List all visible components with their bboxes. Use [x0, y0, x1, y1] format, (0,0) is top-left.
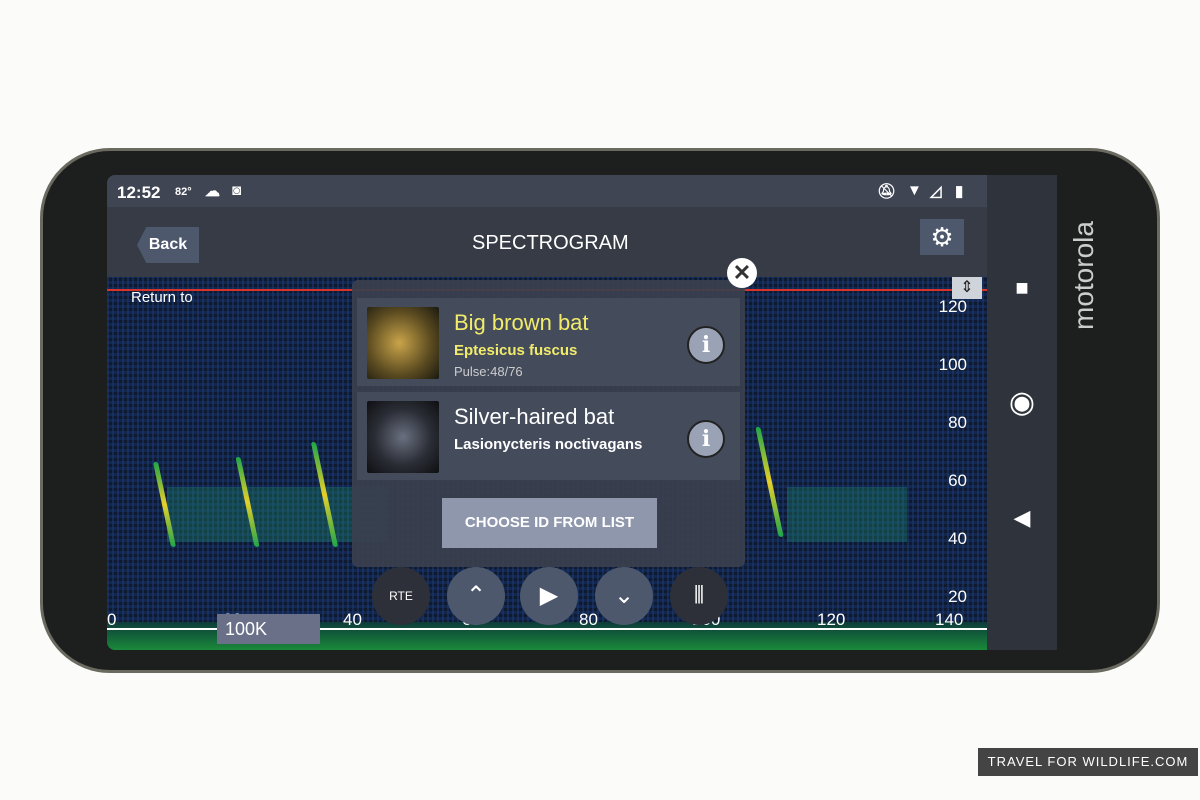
- temperature: 82°: [175, 186, 192, 198]
- y-tick: 60: [948, 471, 967, 490]
- chevron-down-icon[interactable]: ⌄: [595, 567, 653, 625]
- species-id-popup: Big brown bat Eptesicus fuscus Pulse:48/…: [352, 280, 745, 567]
- home-circle-icon[interactable]: ◉: [987, 385, 1057, 420]
- time-axis: 0 20 40 60 80 100 120 140 100K: [107, 610, 987, 650]
- instagram-icon: ◙: [232, 182, 242, 199]
- x-tick: 0: [107, 610, 117, 629]
- settings-gear-icon[interactable]: ⚙: [920, 219, 964, 255]
- mute-icon: 🔕︎: [877, 183, 897, 200]
- zoom-expand-icon[interactable]: ⇕: [952, 277, 982, 299]
- battery-icon: ▮: [955, 183, 964, 200]
- app-header: Back SPECTROGRAM ⚙: [107, 207, 987, 277]
- signal-band: [787, 487, 907, 542]
- return-to-link[interactable]: Return to: [131, 289, 193, 306]
- status-bar: 12:52 82° ☁ ◙ 🔕︎ ▼ ◿ ▮: [107, 175, 987, 207]
- x-tick: 120: [817, 610, 846, 629]
- bat-call-pulse: [755, 427, 784, 537]
- silver-haired-bat-photo: [367, 401, 439, 473]
- y-tick: 100: [938, 355, 967, 374]
- x-tick: 140: [935, 610, 964, 629]
- species-scientific-name: Eptesicus fuscus: [454, 342, 578, 359]
- sample-rate-label[interactable]: 100K: [217, 614, 320, 644]
- species-scientific-name: Lasionycteris noctivagans: [454, 436, 643, 453]
- signal-icon: ◿: [930, 183, 942, 200]
- play-icon[interactable]: ▶: [520, 567, 578, 625]
- chevron-up-icon[interactable]: ⌃: [447, 567, 505, 625]
- species-result-1[interactable]: Big brown bat Eptesicus fuscus Pulse:48/…: [357, 298, 740, 386]
- y-tick: 40: [948, 529, 967, 548]
- species-name: Silver-haired bat: [454, 404, 615, 429]
- clock: 12:52: [117, 183, 161, 202]
- x-tick: 80: [579, 610, 598, 629]
- rte-label: RTE: [389, 589, 413, 603]
- page-title: SPECTROGRAM: [472, 232, 629, 254]
- species-name: Big brown bat: [454, 310, 589, 335]
- watermark-logo: TRAVEL FOR WILDLIFE.COM: [978, 748, 1198, 776]
- y-tick: 120: [938, 297, 967, 316]
- info-icon[interactable]: i: [687, 326, 725, 364]
- species-result-2[interactable]: Silver-haired bat Lasionycteris noctivag…: [357, 392, 740, 480]
- info-icon[interactable]: i: [687, 420, 725, 458]
- y-tick: 20: [948, 587, 967, 606]
- phone-screen: 12:52 82° ☁ ◙ 🔕︎ ▼ ◿ ▮ Back SPECTROGRAM …: [107, 175, 1057, 650]
- y-tick: 80: [948, 413, 967, 432]
- wifi-icon: ▼: [907, 182, 922, 199]
- back-triangle-icon[interactable]: ◀: [987, 505, 1057, 531]
- big-brown-bat-photo: [367, 307, 439, 379]
- back-button[interactable]: Back: [137, 227, 199, 263]
- recents-square-icon[interactable]: ■: [987, 275, 1057, 301]
- pause-bars-icon[interactable]: ⦀: [670, 567, 728, 625]
- phone-brand-logo: motorola: [1068, 221, 1099, 330]
- rte-button[interactable]: RTE: [372, 567, 430, 625]
- choose-id-from-list-button[interactable]: CHOOSE ID FROM LIST: [442, 498, 657, 548]
- x-tick: 40: [343, 610, 362, 629]
- close-popup-icon[interactable]: ✕: [727, 258, 757, 288]
- android-nav-bar: ■ ◉ ◀: [987, 175, 1057, 650]
- pulse-count: Pulse:48/76: [454, 364, 523, 379]
- weather-icon: ☁: [205, 183, 220, 200]
